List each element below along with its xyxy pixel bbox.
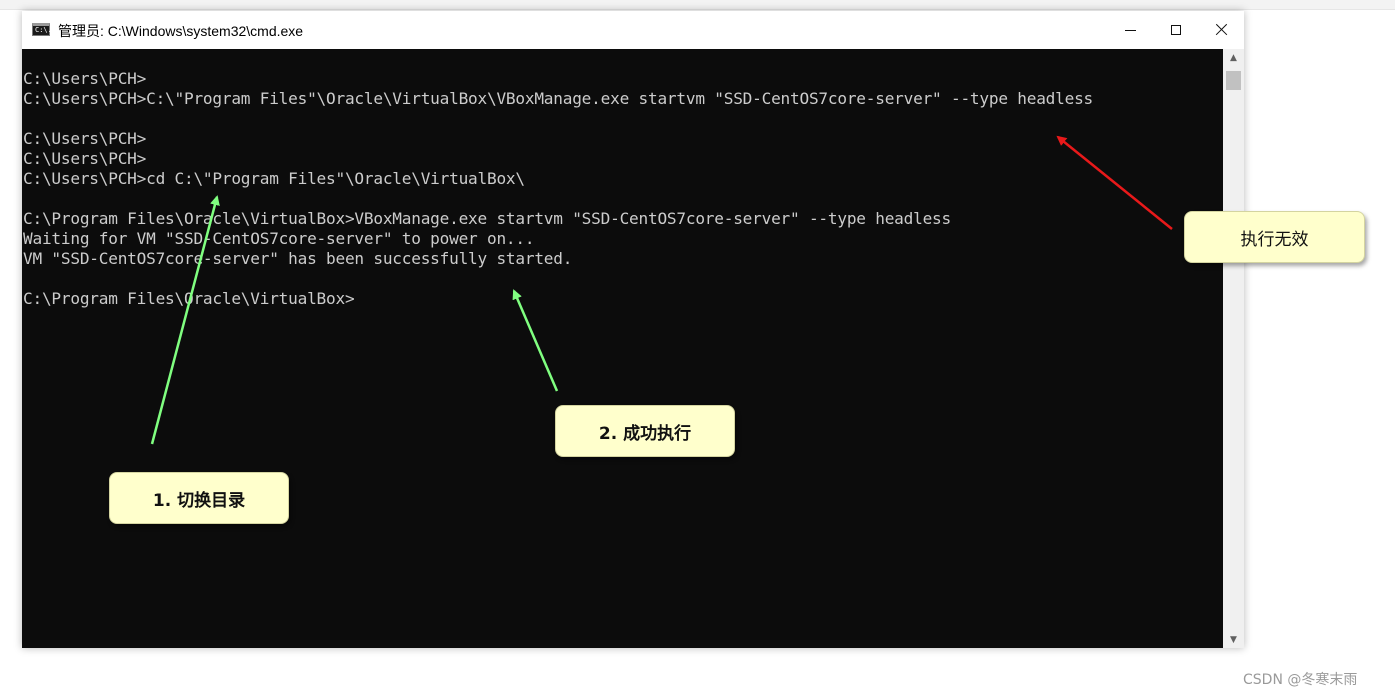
- callout-invalid: 执行无效: [1184, 211, 1365, 263]
- cmd-window[interactable]: C:\. 管理员: C:\Windows\system32\cmd.exe C:…: [22, 11, 1244, 648]
- console-line: C:\Users\PCH>: [23, 149, 147, 168]
- minimize-icon: [1124, 29, 1136, 31]
- console-line: C:\Users\PCH>: [23, 69, 147, 88]
- console-line: C:\Program Files\Oracle\VirtualBox>: [23, 289, 355, 308]
- title-bar[interactable]: C:\. 管理员: C:\Windows\system32\cmd.exe: [22, 11, 1244, 49]
- maximize-icon: [1171, 25, 1181, 35]
- window-title: 管理员: C:\Windows\system32\cmd.exe: [58, 23, 304, 39]
- console-line: C:\Users\PCH>: [23, 129, 147, 148]
- scroll-up-arrow-icon[interactable]: ▲: [1223, 49, 1244, 66]
- callout-success: 2. 成功执行: [555, 405, 735, 457]
- background-strip: [0, 0, 1395, 10]
- console-line: C:\Users\PCH>C:\"Program Files"\Oracle\V…: [23, 89, 1094, 108]
- cmd-app-icon[interactable]: C:\.: [32, 23, 52, 36]
- console-line: VM "SSD-CentOS7core-server" has been suc…: [23, 249, 573, 268]
- close-icon: [1214, 23, 1228, 37]
- console-line: Waiting for VM "SSD-CentOS7core-server" …: [23, 229, 535, 248]
- watermark: CSDN @冬寒末雨: [1243, 672, 1358, 688]
- close-button[interactable]: [1198, 11, 1244, 49]
- scroll-thumb[interactable]: [1226, 71, 1241, 90]
- callout-change-directory: 1. 切换目录: [109, 472, 289, 524]
- minimize-button[interactable]: [1107, 11, 1153, 49]
- scroll-down-arrow-icon[interactable]: ▼: [1223, 631, 1244, 648]
- console-line: C:\Program Files\Oracle\VirtualBox>VBoxM…: [23, 209, 951, 228]
- maximize-button[interactable]: [1153, 11, 1199, 49]
- console-line: C:\Users\PCH>cd C:\"Program Files"\Oracl…: [23, 169, 525, 188]
- console-output[interactable]: C:\Users\PCH> C:\Users\PCH>C:\"Program F…: [22, 49, 1223, 648]
- cmd-app-icon-label: C:\.: [35, 26, 52, 34]
- vertical-scrollbar[interactable]: ▲ ▼: [1223, 49, 1244, 648]
